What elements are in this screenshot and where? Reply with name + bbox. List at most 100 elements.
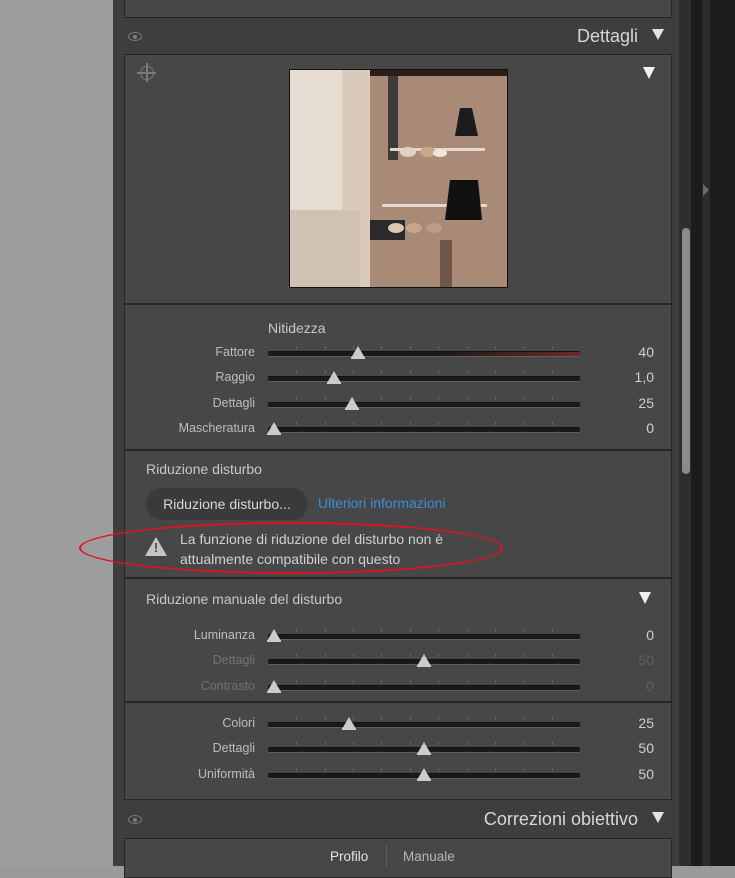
- slider-value[interactable]: 0: [614, 420, 654, 436]
- slider-value[interactable]: 50: [614, 766, 654, 782]
- slider-track[interactable]: [268, 684, 580, 691]
- slider-value[interactable]: 0: [614, 627, 654, 643]
- slider-thumb[interactable]: [351, 346, 366, 359]
- slider-tick: [296, 654, 298, 658]
- slider-track[interactable]: [268, 401, 580, 408]
- slider-tick: [324, 629, 326, 632]
- slider-tick: [523, 767, 525, 771]
- slider-tick: [324, 679, 326, 683]
- slider-track[interactable]: [268, 376, 580, 383]
- tab-manual[interactable]: Manuale: [403, 849, 455, 864]
- noise-reduction-button[interactable]: Riduzione disturbo...: [146, 488, 308, 520]
- target-adjustment-icon[interactable]: [137, 63, 156, 82]
- slider-tick: [381, 396, 383, 400]
- slider-tick: [296, 396, 298, 400]
- slider-tick: [381, 717, 383, 720]
- tab-profile[interactable]: Profilo: [330, 849, 368, 864]
- slider-tick: [551, 767, 553, 771]
- slider-thumb[interactable]: [267, 421, 282, 435]
- collapse-triangle-icon[interactable]: [652, 812, 664, 823]
- slider-value[interactable]: 50: [614, 740, 654, 756]
- lens-section: [124, 838, 672, 878]
- slider-tick: [466, 396, 468, 400]
- slider-tick: [296, 767, 298, 771]
- slider-tick: [324, 717, 326, 720]
- slider-thumb[interactable]: [267, 629, 282, 642]
- slider-tick: [551, 679, 553, 683]
- slider-tick: [466, 371, 468, 375]
- slider-tick: [494, 346, 496, 349]
- slider-value[interactable]: 1,0: [614, 369, 654, 385]
- slider-tick: [551, 742, 553, 746]
- slider-thumb[interactable]: [345, 396, 360, 410]
- slider-tick: [409, 679, 411, 683]
- slider-tick: [438, 346, 440, 349]
- sharpening-title: Nitidezza: [268, 320, 326, 336]
- slider-track[interactable]: [268, 426, 580, 433]
- slider-track[interactable]: [268, 351, 580, 357]
- slider-tick: [466, 346, 468, 349]
- collapse-triangle-icon[interactable]: [652, 29, 664, 40]
- slider-tick: [466, 767, 468, 771]
- slider-thumb[interactable]: [267, 679, 282, 693]
- slider-tick: [381, 371, 383, 375]
- slider-value[interactable]: 0: [614, 678, 654, 694]
- slider-tick: [296, 742, 298, 746]
- scrollbar-thumb[interactable]: [682, 228, 690, 474]
- detail-preview-image[interactable]: [289, 69, 508, 288]
- slider-tick: [353, 679, 355, 683]
- slider-tick: [353, 767, 355, 771]
- slider-value[interactable]: 25: [614, 395, 654, 411]
- details-title: Dettagli: [576, 26, 638, 46]
- slider-tick: [494, 629, 496, 632]
- slider-tick: [523, 371, 525, 375]
- slider-tick: [494, 371, 496, 375]
- slider-tick: [466, 742, 468, 746]
- slider-value[interactable]: 25: [614, 715, 654, 731]
- learn-more-link[interactable]: Ulteriori informazioni: [318, 495, 446, 511]
- slider-tick: [551, 717, 553, 720]
- tab-separator: [386, 845, 387, 867]
- slider-value[interactable]: 40: [614, 344, 654, 360]
- slider-tick: [494, 767, 496, 771]
- slider-tick: [438, 679, 440, 683]
- slider-tick: [466, 629, 468, 632]
- manual-noise-collapse-icon[interactable]: [639, 592, 651, 604]
- slider-tick: [381, 742, 383, 746]
- slider-tick: [494, 679, 496, 683]
- slider-tick: [353, 742, 355, 746]
- slider-tick: [353, 654, 355, 658]
- slider-tick: [296, 371, 298, 375]
- slider-tick: [381, 421, 383, 425]
- details-header[interactable]: Dettagli: [124, 20, 672, 54]
- eye-icon[interactable]: [128, 32, 142, 41]
- slider-thumb[interactable]: [417, 654, 431, 668]
- slider-tick: [353, 371, 355, 375]
- slider-tick: [494, 421, 496, 425]
- expand-panel-arrow-icon[interactable]: [703, 184, 709, 196]
- slider-track[interactable]: [268, 634, 580, 640]
- slider-value[interactable]: 50: [614, 652, 654, 668]
- slider-label: Luminanza: [193, 628, 255, 642]
- slider-label: Colori: [222, 716, 255, 730]
- slider-thumb[interactable]: [342, 717, 357, 730]
- slider-track[interactable]: [268, 722, 580, 728]
- preview-toggle-triangle-icon[interactable]: [643, 67, 655, 79]
- slider-tick: [438, 767, 440, 771]
- lens-corrections-header[interactable]: Correzioni obiettivo: [124, 803, 672, 837]
- right-panel-strip[interactable]: [702, 0, 710, 866]
- slider-tick: [324, 421, 326, 425]
- slider-tick: [296, 717, 298, 720]
- slider-thumb[interactable]: [326, 371, 341, 385]
- slider-tick: [324, 396, 326, 400]
- slider-tick: [523, 421, 525, 425]
- eye-icon[interactable]: [128, 815, 142, 824]
- slider-tick: [466, 421, 468, 425]
- slider-thumb[interactable]: [417, 767, 431, 781]
- slider-tick: [551, 396, 553, 400]
- slider-tick: [409, 742, 411, 746]
- slider-thumb[interactable]: [417, 742, 431, 756]
- slider-tick: [494, 654, 496, 658]
- slider-tick: [324, 654, 326, 658]
- slider-tick: [551, 421, 553, 425]
